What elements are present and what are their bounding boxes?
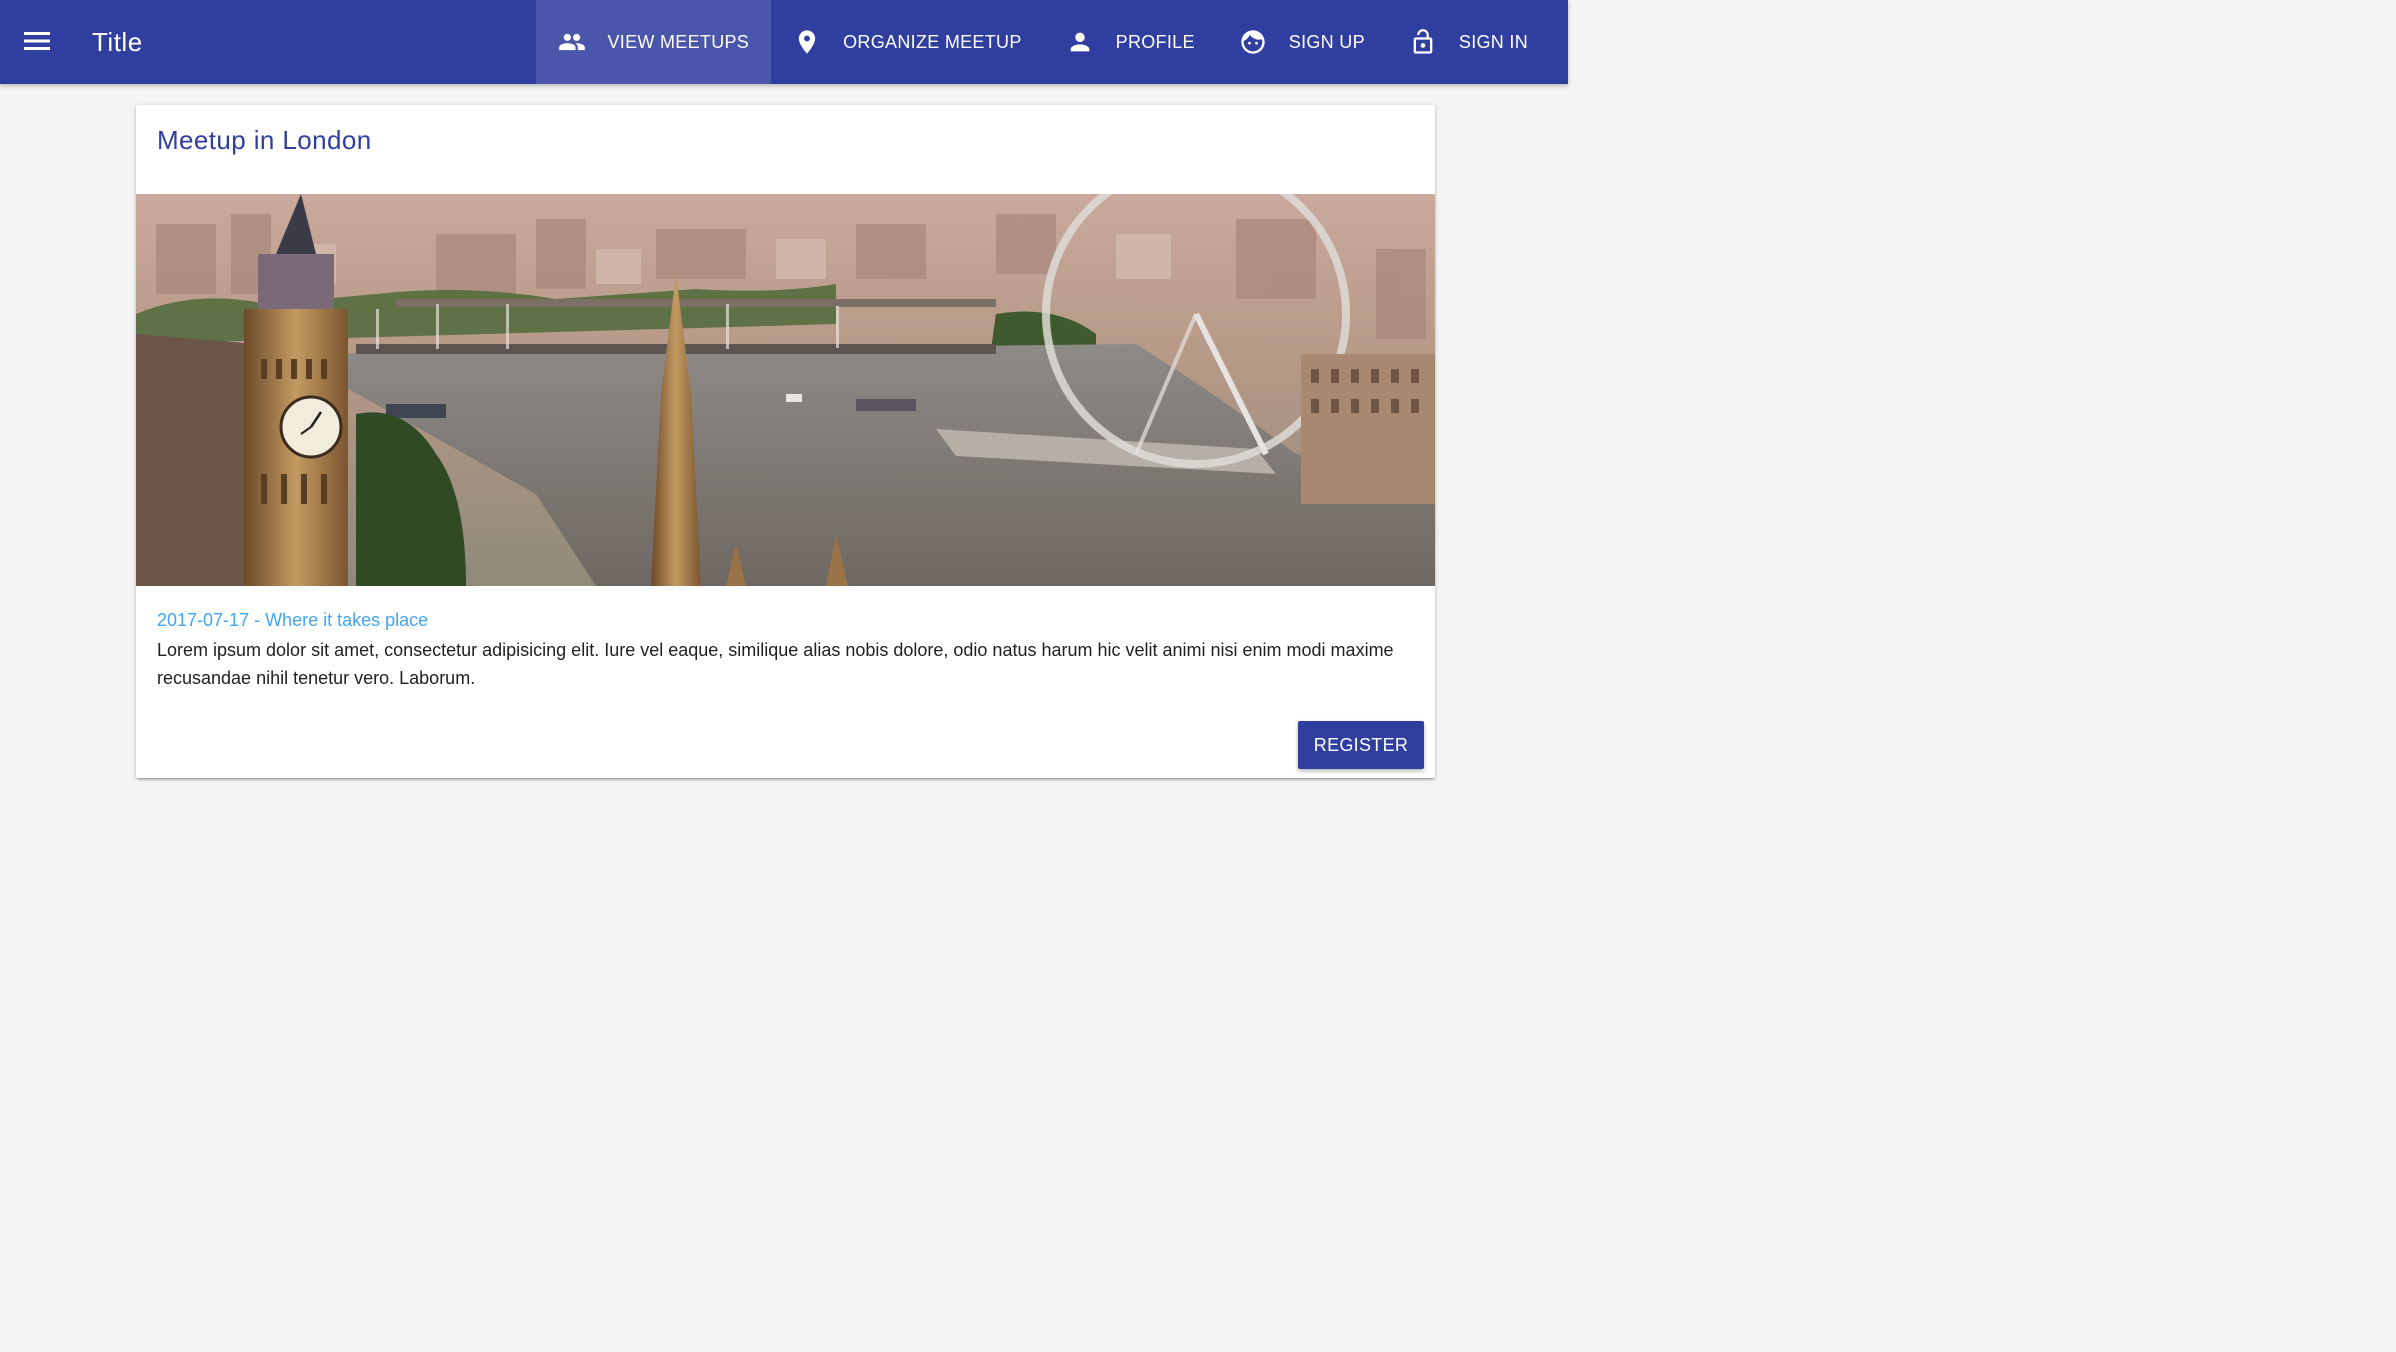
app-toolbar: Title VIEW MEETUPS ORGANIZE MEETUP PROFI… xyxy=(0,0,1568,84)
nav-sign-in[interactable]: SIGN IN xyxy=(1387,0,1550,84)
nav-profile[interactable]: PROFILE xyxy=(1044,0,1217,84)
app-title[interactable]: Title xyxy=(92,26,143,58)
people-icon xyxy=(558,28,586,56)
person-icon xyxy=(1066,28,1094,56)
menu-button[interactable] xyxy=(16,20,58,62)
location-pin-icon xyxy=(793,28,821,56)
face-icon xyxy=(1239,28,1267,56)
meetup-description: Lorem ipsum dolor sit amet, consectetur … xyxy=(157,640,1394,688)
menu-icon xyxy=(24,32,50,50)
meetup-title: Meetup in London xyxy=(157,125,372,155)
nav-label: PROFILE xyxy=(1115,31,1195,52)
main-nav: VIEW MEETUPS ORGANIZE MEETUP PROFILE SIG… xyxy=(535,0,1551,84)
lock-open-icon xyxy=(1409,28,1437,56)
nav-label: ORGANIZE MEETUP xyxy=(843,31,1022,52)
nav-sign-up[interactable]: SIGN UP xyxy=(1217,0,1387,84)
meetup-card: Meetup in London 2017-07-17 - Where it t… xyxy=(136,105,1435,778)
register-button[interactable]: REGISTER xyxy=(1298,721,1424,769)
nav-label: VIEW MEETUPS xyxy=(607,31,750,52)
nav-organize-meetup[interactable]: ORGANIZE MEETUP xyxy=(771,0,1044,84)
nav-label: SIGN IN xyxy=(1458,31,1528,52)
meetup-date-location: 2017-07-17 - Where it takes place xyxy=(157,610,429,630)
nav-label: SIGN UP xyxy=(1288,31,1365,52)
nav-view-meetups[interactable]: VIEW MEETUPS xyxy=(535,0,772,84)
meetup-image xyxy=(136,194,1435,586)
